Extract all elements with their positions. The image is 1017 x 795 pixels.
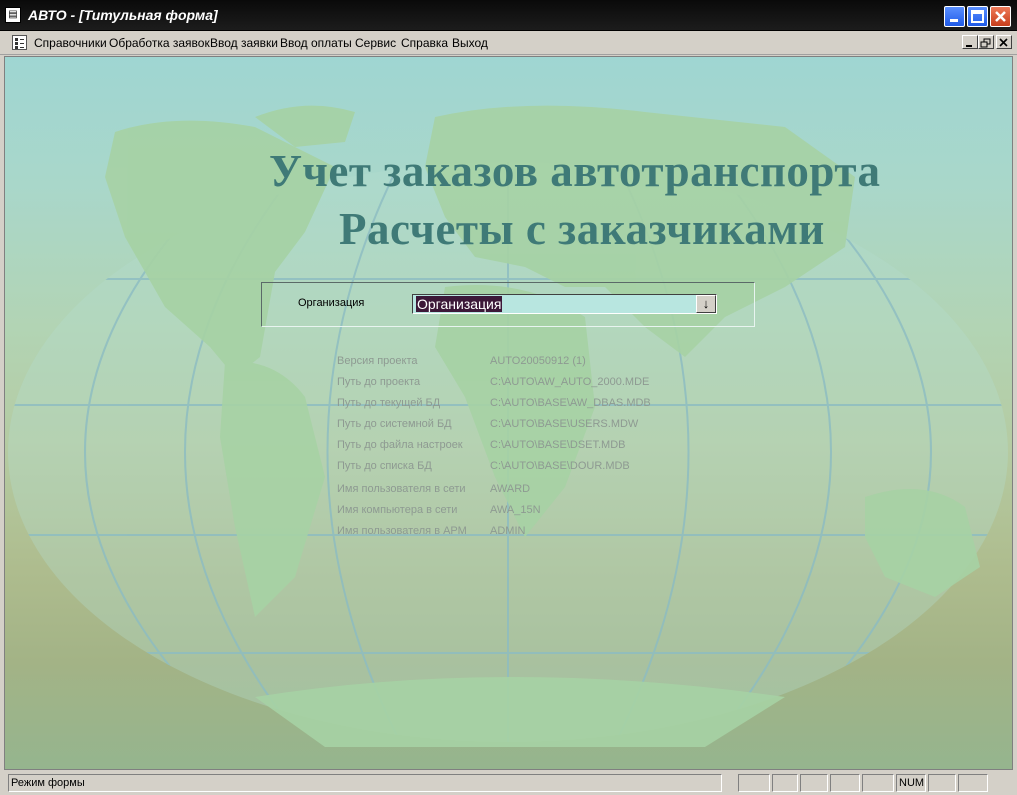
info-value: AUTO20050912 (1): [490, 355, 586, 367]
info-value: C:\AUTO\BASE\DSET.MDB: [490, 439, 626, 451]
info-value: ADMIN: [490, 525, 526, 537]
minimize-button[interactable]: [944, 6, 965, 27]
maximize-button[interactable]: [967, 6, 988, 27]
close-button[interactable]: [990, 6, 1011, 27]
status-panel-8: [958, 774, 988, 792]
info-label: Путь до системной БД: [337, 418, 452, 430]
mdi-restore-button[interactable]: [978, 35, 994, 49]
menu-help[interactable]: Справка: [401, 36, 448, 50]
info-label: Путь до проекта: [337, 376, 421, 388]
info-value: AWA_15N: [490, 504, 541, 516]
organization-panel: Организация Организация ↓: [261, 282, 755, 327]
form-document-icon[interactable]: [12, 35, 27, 50]
title-line-2: Расчеты с заказчиками: [339, 204, 825, 254]
app-icon[interactable]: ▤: [5, 7, 21, 23]
status-bar: Режим формы NUM: [0, 772, 1017, 795]
window-title: АВТО - [Титульная форма]: [28, 7, 218, 23]
status-panel-3: [800, 774, 828, 792]
status-panel-5: [862, 774, 894, 792]
dropdown-arrow-icon[interactable]: ↓: [696, 295, 716, 313]
info-value: C:\AUTO\BASE\AW_DBAS.MDB: [490, 397, 651, 409]
menu-service[interactable]: Сервис: [355, 36, 396, 50]
info-label: Имя пользователя в сети: [337, 483, 466, 495]
organization-label: Организация: [298, 297, 365, 309]
title-line-1: Учет заказов автотранспорта: [269, 146, 881, 196]
form-area: Учет заказов автотранспорта Расчеты с за…: [4, 56, 1013, 770]
status-num: NUM: [896, 774, 926, 792]
info-label: Путь до списка БД: [337, 460, 432, 472]
menu-enter-request[interactable]: Ввод заявки: [210, 36, 278, 50]
status-panel-4: [830, 774, 860, 792]
info-label: Имя пользователя в АРМ: [337, 525, 467, 537]
info-label: Имя компьютера в сети: [337, 504, 458, 516]
info-value: C:\AUTO\BASE\USERS.MDW: [490, 418, 639, 430]
menu-process-requests[interactable]: Обработка заявок: [109, 36, 210, 50]
mdi-minimize-button[interactable]: [962, 35, 978, 49]
menu-bar: Справочники Обработка заявок Ввод заявки…: [0, 31, 1017, 55]
organization-value[interactable]: Организация: [416, 296, 503, 312]
status-panel-7: [928, 774, 956, 792]
info-label: Версия проекта: [337, 355, 418, 367]
organization-combobox[interactable]: Организация ↓: [412, 294, 717, 314]
mdi-close-button[interactable]: [996, 35, 1012, 49]
info-value: C:\AUTO\BASE\DOUR.MDB: [490, 460, 630, 472]
window-titlebar: ▤ АВТО - [Титульная форма]: [0, 0, 1017, 31]
menu-directories[interactable]: Справочники: [34, 36, 107, 50]
info-value: AWARD: [490, 483, 531, 495]
info-label: Путь до текущей БД: [337, 397, 441, 409]
menu-enter-payment[interactable]: Ввод оплаты: [280, 36, 352, 50]
info-value: C:\AUTO\AW_AUTO_2000.MDE: [490, 376, 650, 388]
status-panel-caps: [738, 774, 770, 792]
info-label: Путь до файла настроек: [337, 439, 463, 451]
status-panel-2: [772, 774, 798, 792]
status-mode: Режим формы: [8, 774, 722, 792]
menu-exit[interactable]: Выход: [452, 36, 488, 50]
